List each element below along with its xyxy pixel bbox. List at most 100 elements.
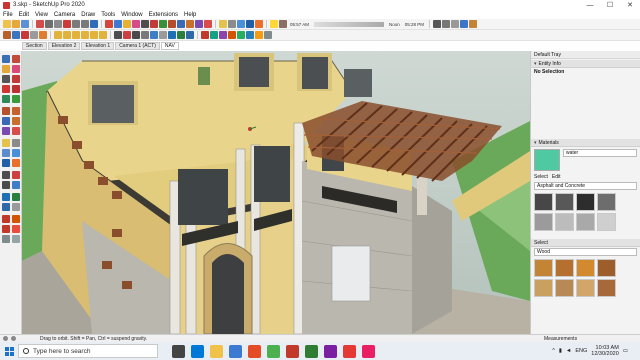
pan-icon[interactable]: [123, 31, 131, 39]
style-textured-icon[interactable]: [469, 20, 478, 28]
menu-tools[interactable]: Tools: [101, 12, 115, 18]
subtract-tool-icon[interactable]: [12, 225, 20, 233]
tab-nav[interactable]: NAV: [160, 42, 179, 50]
pie-tool-icon[interactable]: [12, 85, 20, 93]
maximize-button[interactable]: ☐: [600, 0, 620, 10]
minimize-button[interactable]: —: [580, 0, 600, 10]
move-tool-icon[interactable]: [2, 117, 10, 125]
3d-text-tool-icon[interactable]: [12, 159, 20, 167]
erase-icon[interactable]: [63, 20, 71, 28]
measurements-box[interactable]: Measurements: [530, 336, 640, 342]
task-view-icon[interactable]: [172, 344, 185, 358]
material-swatch[interactable]: [534, 193, 553, 211]
follow-me-tool-icon[interactable]: [12, 107, 20, 115]
model-viewport[interactable]: [22, 51, 530, 334]
windows-start-icon[interactable]: [0, 342, 18, 360]
material-swatch[interactable]: [597, 193, 616, 211]
wood-swatch[interactable]: [576, 259, 595, 277]
copy-icon[interactable]: [45, 20, 53, 28]
material-swatch[interactable]: [555, 193, 574, 211]
tray-chevron-icon[interactable]: ^: [552, 348, 555, 354]
wood-collection-dropdown[interactable]: Wood: [534, 248, 637, 256]
paint-bucket-icon[interactable]: [123, 20, 131, 28]
menu-camera[interactable]: Camera: [54, 12, 75, 18]
tab-camera-1[interactable]: Camera 1 (ACT): [115, 42, 160, 50]
extension-warehouse-icon[interactable]: [12, 31, 20, 39]
outer-shell-tool-icon[interactable]: [2, 215, 10, 223]
menu-file[interactable]: File: [3, 12, 13, 18]
top-view-icon[interactable]: [63, 31, 71, 39]
tape-tool-icon[interactable]: [2, 139, 10, 147]
rectangle-icon[interactable]: [159, 20, 167, 28]
mail-icon[interactable]: [229, 344, 242, 358]
line-tool-icon[interactable]: [2, 75, 10, 83]
menu-draw[interactable]: Draw: [81, 12, 95, 18]
line-icon[interactable]: [141, 20, 149, 28]
taskbar-search[interactable]: Type here to search: [18, 344, 158, 358]
text-tool-icon[interactable]: [12, 149, 20, 157]
front-view-icon[interactable]: [72, 31, 80, 39]
language-indicator[interactable]: ENG: [575, 348, 587, 354]
protractor-tool-icon[interactable]: [2, 149, 10, 157]
orbit-tool-icon[interactable]: [2, 171, 10, 179]
sandbox-icon[interactable]: [210, 31, 218, 39]
app-green-icon[interactable]: [305, 344, 318, 358]
pan-tool-icon[interactable]: [12, 171, 20, 179]
wood-swatch[interactable]: [555, 279, 574, 297]
eraser-icon[interactable]: [132, 20, 140, 28]
axes-tool-icon[interactable]: [2, 159, 10, 167]
materials-header[interactable]: ▾ Materials: [531, 139, 640, 147]
left-view-icon[interactable]: [99, 31, 107, 39]
menu-help[interactable]: Help: [184, 12, 196, 18]
app-pink-icon[interactable]: [362, 344, 375, 358]
plugin-c-icon[interactable]: [246, 31, 254, 39]
material-swatch[interactable]: [576, 213, 595, 231]
fog-icon[interactable]: [279, 20, 287, 28]
material-swatch[interactable]: [534, 213, 553, 231]
wood-swatch[interactable]: [576, 279, 595, 297]
sketchup-taskbar-icon[interactable]: [343, 344, 356, 358]
make-component-icon[interactable]: [114, 20, 122, 28]
plugin-b-icon[interactable]: [237, 31, 245, 39]
wood-swatch[interactable]: [597, 259, 616, 277]
back-view-icon[interactable]: [90, 31, 98, 39]
split-tool-icon[interactable]: [12, 235, 20, 243]
style-wireframe-icon[interactable]: [442, 20, 451, 28]
plugin-a-icon[interactable]: [228, 31, 236, 39]
union-tool-icon[interactable]: [2, 225, 10, 233]
style-shaded-icon[interactable]: [460, 20, 469, 28]
chrome-icon[interactable]: [267, 344, 280, 358]
notifications-icon[interactable]: ▭: [623, 348, 628, 354]
select-header[interactable]: Select: [531, 239, 640, 247]
intersect-tool-icon[interactable]: [12, 215, 20, 223]
rectangle-tool-icon[interactable]: [2, 95, 10, 103]
file-explorer-icon[interactable]: [210, 344, 223, 358]
tab-elevation-2[interactable]: Elevation 2: [47, 42, 81, 50]
wood-swatch[interactable]: [534, 279, 553, 297]
new-file-icon[interactable]: [3, 20, 11, 28]
previous-view-icon[interactable]: [159, 31, 167, 39]
app-red-icon[interactable]: [286, 344, 299, 358]
scale-icon[interactable]: [195, 20, 203, 28]
display-section-icon[interactable]: [39, 31, 47, 39]
select-arrow-icon[interactable]: [105, 20, 113, 28]
push-pull-tool-icon[interactable]: [2, 107, 10, 115]
axes-icon[interactable]: [246, 20, 254, 28]
wood-swatch[interactable]: [597, 279, 616, 297]
tab-elevation-1[interactable]: Elevation 1: [81, 42, 115, 50]
geo-location-icon[interactable]: [3, 336, 8, 341]
orbit-icon[interactable]: [114, 31, 122, 39]
undo-icon[interactable]: [72, 20, 80, 28]
zoom-extents-tool-icon[interactable]: [12, 181, 20, 189]
offset-icon[interactable]: [204, 20, 212, 28]
circle-tool-icon[interactable]: [12, 95, 20, 103]
position-camera-icon[interactable]: [168, 31, 176, 39]
tab-edit[interactable]: Edit: [552, 174, 561, 180]
3d-text-icon[interactable]: [255, 20, 263, 28]
wood-swatch[interactable]: [534, 259, 553, 277]
open-folder-icon[interactable]: [12, 20, 20, 28]
zoom-icon[interactable]: [132, 31, 140, 39]
menu-window[interactable]: Window: [121, 12, 142, 18]
section-tool-icon[interactable]: [12, 203, 20, 211]
shadows-sun-icon[interactable]: [270, 20, 278, 28]
